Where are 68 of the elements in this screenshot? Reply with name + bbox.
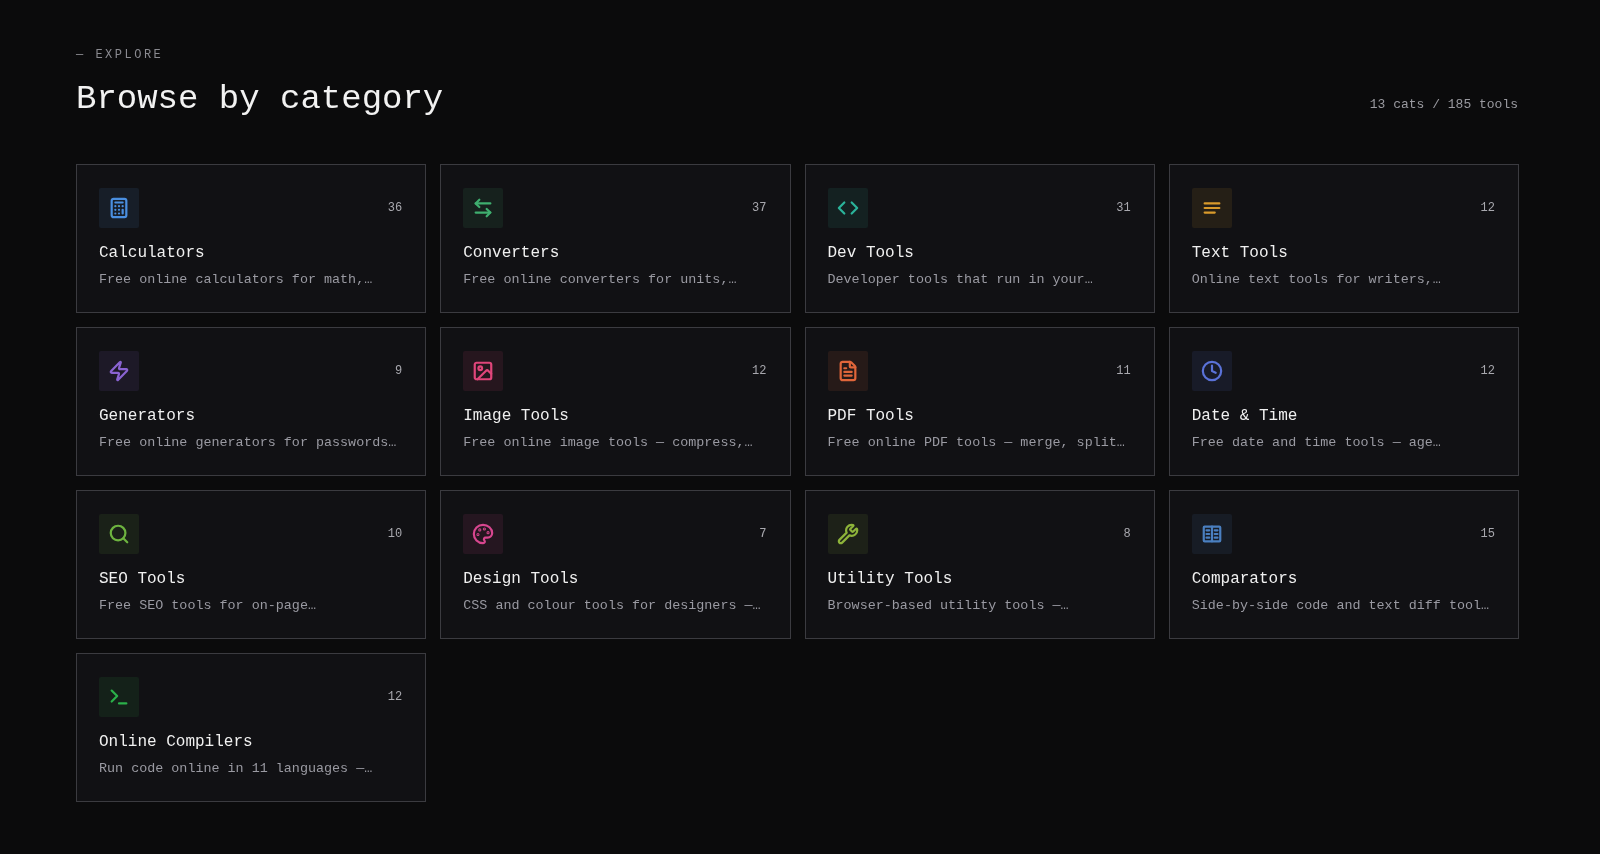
card-description: Free online calculators for math,… [99, 271, 373, 289]
card-title: Online Compilers [99, 732, 254, 752]
clock-icon [1191, 351, 1232, 391]
eyebrow-label: — EXPLORE [76, 47, 165, 63]
category-card[interactable]: 15 Comparators Side-by-side code and text diff tool… [1168, 490, 1519, 639]
tool-count: 31 [1116, 201, 1131, 215]
image-icon [463, 351, 504, 391]
category-card[interactable]: 12 Image Tools Free online image tools — compress,… [440, 327, 791, 476]
card-description: Developer tools that run in your… [827, 271, 1093, 289]
arrows-icon [463, 188, 504, 228]
category-card[interactable]: 11 PDF Tools Free online PDF tools — merge, split… [804, 327, 1155, 476]
category-card[interactable]: 10 SEO Tools Free SEO tools for on-page… [76, 490, 427, 639]
card-description: Run code online in 11 languages —… [99, 760, 373, 778]
card-description: CSS and colour tools for designers —… [463, 597, 761, 615]
category-card[interactable]: 9 Generators Free online generators for passwords… [76, 327, 427, 476]
card-description: Side-by-side code and text diff tool… [1191, 597, 1490, 615]
card-description: Online text tools for writers,… [1191, 271, 1441, 289]
card-description: Browser-based utility tools —… [827, 597, 1069, 615]
card-title: Comparators [1191, 569, 1299, 589]
card-title: Design Tools [463, 569, 580, 589]
category-card[interactable]: 37 Converters Free online converters for units,… [440, 164, 791, 313]
card-title: Calculators [99, 243, 206, 263]
tool-count: 12 [752, 364, 767, 378]
tool-count: 8 [1123, 527, 1131, 541]
card-title: Dev Tools [827, 243, 915, 263]
category-card[interactable]: 7 Design Tools CSS and colour tools for designers —… [440, 490, 791, 639]
document-icon [827, 351, 868, 391]
tool-count: 10 [387, 527, 403, 541]
category-card[interactable]: 12 Date & Time Free date and time tools — age… [1168, 327, 1519, 476]
tool-count: 12 [1480, 364, 1495, 378]
text-lines-icon [1191, 188, 1232, 228]
category-card[interactable]: 12 Text Tools Online text tools for writers,… [1168, 164, 1519, 313]
columns-icon [1191, 514, 1232, 554]
tool-count: 12 [1480, 201, 1495, 215]
category-card[interactable]: 36 Calculators Free online calculators for math,… [76, 164, 427, 313]
terminal-icon [99, 677, 139, 717]
palette-icon [463, 514, 504, 554]
card-title: SEO Tools [99, 569, 187, 589]
category-card[interactable]: 31 Dev Tools Developer tools that run in your… [804, 164, 1155, 313]
category-card[interactable]: 12 Online Compilers Run code online in 11 languages —… [76, 653, 427, 802]
card-title: PDF Tools [827, 406, 915, 426]
tool-count: 15 [1480, 527, 1495, 541]
tool-count: 11 [1116, 364, 1131, 378]
page-title: Browse by category [76, 79, 444, 119]
calculator-icon [99, 188, 139, 228]
wrench-icon [827, 514, 868, 554]
card-description: Free online image tools — compress,… [463, 434, 753, 452]
code-icon [827, 188, 868, 228]
card-description: Free date and time tools — age… [1191, 434, 1441, 452]
tool-count: 9 [395, 364, 403, 378]
summary-text: 13 cats / 185 tools [1369, 97, 1518, 112]
card-title: Image Tools [463, 406, 570, 426]
card-title: Text Tools [1191, 243, 1289, 263]
search-icon [99, 514, 139, 554]
card-description: Free online PDF tools — merge, split… [827, 434, 1125, 452]
card-description: Free SEO tools for on-page… [99, 597, 316, 615]
category-card[interactable]: 8 Utility Tools Browser-based utility tools —… [804, 490, 1155, 639]
card-title: Utility Tools [827, 569, 954, 589]
tool-count: 7 [759, 527, 767, 541]
lightning-icon [99, 351, 139, 391]
card-description: Free online converters for units,… [463, 271, 737, 289]
tool-count: 36 [387, 201, 403, 215]
card-description: Free online generators for passwords… [99, 434, 397, 452]
card-title: Date & Time [1191, 406, 1299, 426]
tool-count: 12 [387, 690, 403, 704]
card-title: Converters [463, 243, 561, 263]
card-title: Generators [99, 406, 196, 426]
tool-count: 37 [752, 201, 767, 215]
